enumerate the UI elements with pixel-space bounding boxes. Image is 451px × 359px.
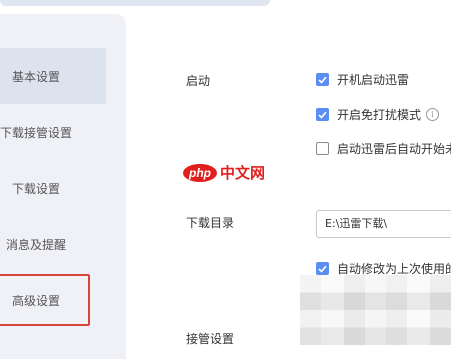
option-label: 开启免打扰模式 bbox=[337, 108, 422, 122]
php-logo-text: 中文网 bbox=[220, 164, 266, 182]
sidebar-item-label: 消息及提醒 bbox=[6, 237, 67, 252]
option-auto-resume[interactable]: 启动迅雷后自动开始未 bbox=[316, 140, 451, 157]
download-path-field[interactable]: E:\迅雷下载\ bbox=[316, 210, 451, 238]
takeover-label: 接管设置 bbox=[186, 332, 235, 346]
option-label: 启动迅雷后自动开始未 bbox=[337, 142, 451, 156]
checkbox-unchecked-icon[interactable] bbox=[316, 142, 329, 155]
checkbox-checked-icon[interactable] bbox=[316, 262, 329, 275]
sidebar-item-label: 基本设置 bbox=[12, 69, 61, 84]
sidebar-item-label: 下载接管设置 bbox=[0, 125, 73, 140]
info-icon[interactable]: i bbox=[426, 108, 440, 121]
settings-sidebar: 基本设置 下载接管设置 下载设置 消息及提醒 高级设置 bbox=[0, 14, 126, 359]
download-dir-label: 下载目录 bbox=[186, 216, 235, 230]
php-logo: php bbox=[183, 163, 217, 182]
sidebar-item-basic[interactable]: 基本设置 bbox=[0, 48, 106, 104]
sidebar-item-takeover[interactable]: 下载接管设置 bbox=[0, 104, 106, 160]
checkbox-checked-icon[interactable] bbox=[316, 108, 329, 121]
sidebar-item-download[interactable]: 下载设置 bbox=[0, 160, 106, 216]
php-watermark: php 中文网 bbox=[183, 162, 265, 183]
option-autostart[interactable]: 开机启动迅雷 bbox=[316, 71, 409, 88]
option-label: 开机启动迅雷 bbox=[337, 73, 410, 87]
sidebar-item-advanced[interactable]: 高级设置 bbox=[0, 272, 106, 328]
blurred-region bbox=[300, 275, 451, 345]
sidebar-item-notifications[interactable]: 消息及提醒 bbox=[0, 216, 106, 272]
sidebar-item-label: 下载设置 bbox=[12, 181, 61, 196]
option-do-not-disturb[interactable]: 开启免打扰模式 i bbox=[316, 106, 440, 123]
top-strip bbox=[0, 0, 270, 6]
sidebar-item-label: 高级设置 bbox=[12, 293, 61, 308]
startup-label: 启动 bbox=[186, 74, 211, 88]
checkbox-checked-icon[interactable] bbox=[316, 73, 329, 86]
